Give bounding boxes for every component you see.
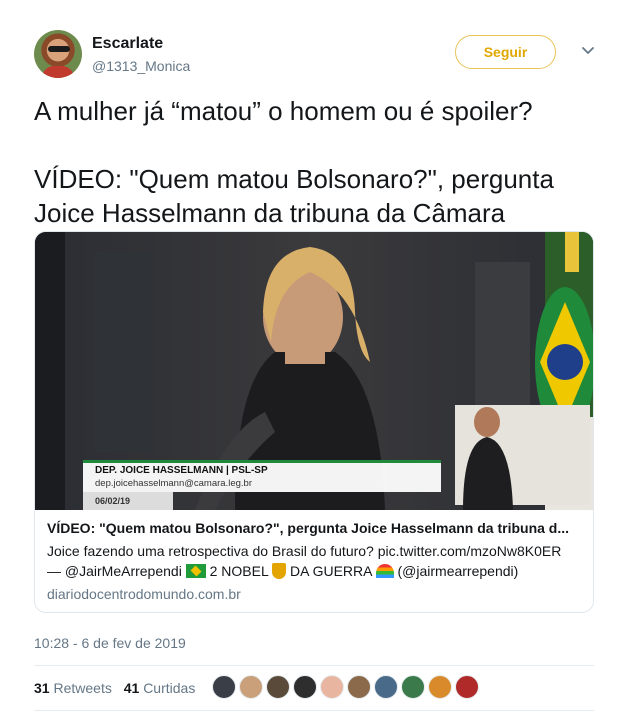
likers-avatars [212, 675, 482, 701]
card-image[interactable]: DEP. JOICE HASSELMANN | PSL-SP dep.joice… [35, 232, 593, 510]
tweet-header: Escarlate @1313_Monica Seguir [34, 30, 604, 82]
trophy-icon [272, 563, 287, 579]
liker-avatar[interactable] [401, 675, 425, 699]
liker-avatar[interactable] [320, 675, 344, 699]
card-text[interactable]: VÍDEO: "Quem matou Bolsonaro?", pergunta… [47, 520, 583, 602]
card-desc-nobel: 2 NOBEL [209, 563, 269, 579]
likes-label: Curtidas [143, 680, 196, 696]
card-desc-handle: (@jairmearrependi) [397, 563, 519, 579]
liker-avatar[interactable] [455, 675, 479, 699]
rainbow-icon [375, 564, 394, 578]
liker-avatar[interactable] [428, 675, 452, 699]
liker-avatar[interactable] [347, 675, 371, 699]
divider-top [34, 665, 594, 666]
retweets-stat[interactable]: 31 Retweets [34, 680, 112, 696]
card-domain: diariodocentrodomundo.com.br [47, 586, 241, 602]
link-card[interactable]: DEP. JOICE HASSELMANN | PSL-SP dep.joice… [34, 231, 594, 613]
liker-avatar[interactable] [239, 675, 263, 699]
liker-avatar[interactable] [266, 675, 290, 699]
tweet-text: A mulher já “matou” o homem ou é spoiler… [34, 96, 554, 228]
video-date: 06/02/19 [95, 496, 131, 506]
liker-avatar[interactable] [212, 675, 236, 699]
card-desc-line2: — @JairMeArrependi 2 NOBEL DA GUERRA (@j… [47, 561, 583, 581]
card-desc-line1: Joice fazendo uma retrospectiva do Brasi… [47, 543, 562, 559]
avatar-shirt [42, 66, 74, 78]
avatar-glasses [48, 46, 70, 52]
card-title[interactable]: VÍDEO: "Quem matou Bolsonaro?", pergunta… [47, 520, 583, 536]
chevron-down-icon[interactable] [580, 42, 596, 58]
card-desc-mention: — @JairMeArrependi [47, 563, 182, 579]
tweet-stats: 31 Retweets 41 Curtidas [34, 680, 203, 700]
retweets-label: Retweets [53, 680, 112, 696]
tweet-timestamp[interactable]: 10:28 - 6 de fev de 2019 [34, 635, 186, 651]
liker-avatar[interactable] [374, 675, 398, 699]
retweets-count: 31 [34, 680, 50, 696]
likes-stat[interactable]: 41 Curtidas [124, 680, 196, 696]
divider-bottom [34, 710, 594, 711]
follow-button[interactable]: Seguir [455, 35, 556, 69]
brazil-flag-icon [185, 564, 206, 578]
card-description: Joice fazendo uma retrospectiva do Brasi… [47, 541, 583, 581]
user-handle[interactable]: @1313_Monica [92, 58, 190, 74]
avatar[interactable] [34, 30, 82, 78]
user-name[interactable]: Escarlate [92, 35, 163, 53]
likes-count: 41 [123, 680, 140, 696]
card-desc-guerra: DA GUERRA [290, 563, 372, 579]
lower-third-name: DEP. JOICE HASSELMANN | PSL-SP [95, 465, 268, 476]
lower-third-email: dep.joicehasselmann@camara.leg.br [95, 478, 252, 489]
liker-avatar[interactable] [293, 675, 317, 699]
